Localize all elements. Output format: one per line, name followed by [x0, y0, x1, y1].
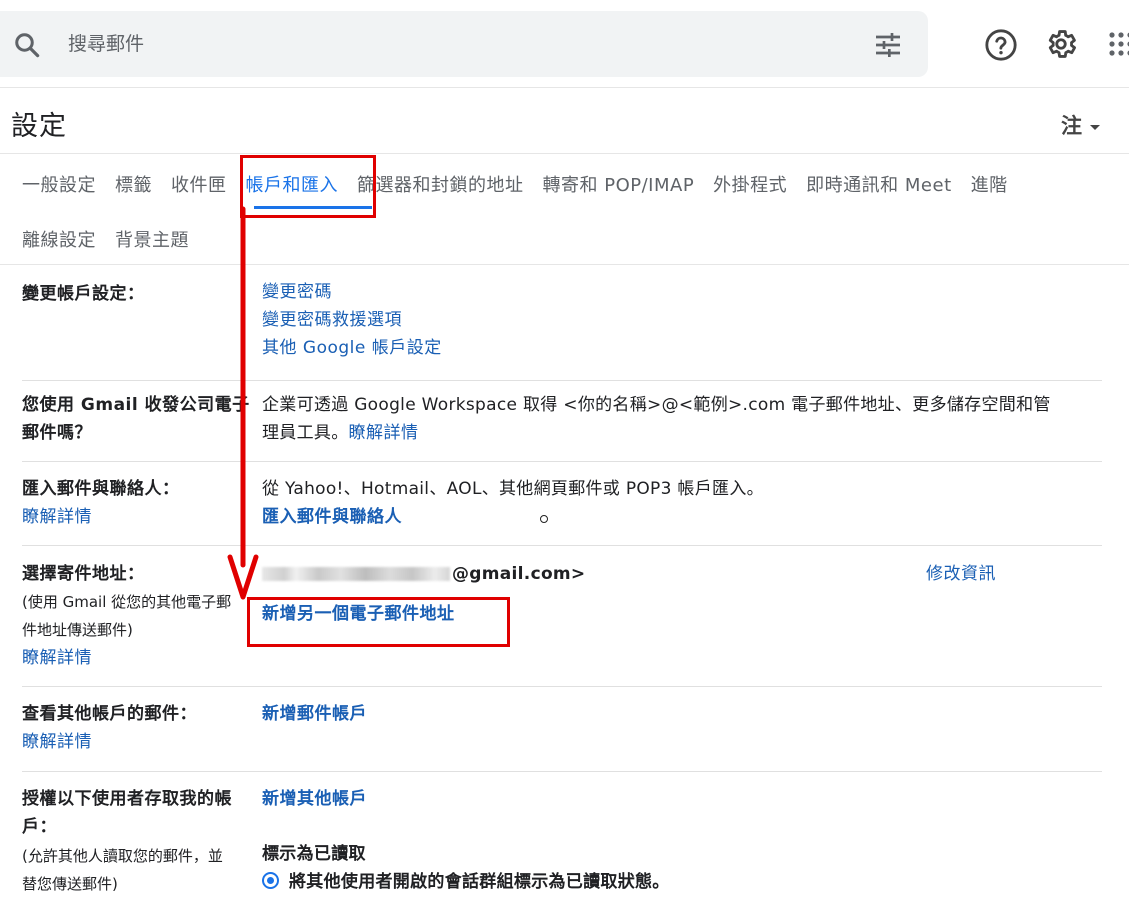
send-as-address-suffix: @gmail.com>: [452, 564, 586, 584]
redacted-name: [262, 567, 450, 581]
section-divider: [22, 461, 1102, 462]
change-account-links: 變更密碼 變更密碼救援選項 其他 Google 帳戶設定: [262, 278, 442, 362]
input-tools-dropdown[interactable]: 注: [1061, 110, 1100, 140]
add-mail-account-link[interactable]: 新增郵件帳戶: [262, 704, 367, 724]
grant-access-label: 授權以下使用者存取我的帳 戶：: [22, 785, 258, 841]
mark-as-read-option[interactable]: 將其他使用者開啟的會話群組標示為已讀取狀態。: [262, 868, 670, 896]
workspace-text-line1: 企業可透過 Google Workspace 取得 <你的名稱>@<範例>.co…: [262, 395, 1051, 415]
send-as-address: @gmail.com>: [262, 560, 585, 588]
tab-inbox[interactable]: 收件匣: [171, 171, 227, 197]
other-google-settings-link[interactable]: 其他 Google 帳戶設定: [262, 334, 442, 362]
tab-offline[interactable]: 離線設定: [22, 226, 96, 252]
workspace-label-line1: 您使用 Gmail 收發公司電子: [22, 395, 250, 415]
import-label: 匯入郵件與聯絡人：: [22, 479, 180, 499]
section-divider: [22, 545, 1102, 546]
add-mail-account-wrap: 新增郵件帳戶: [262, 700, 367, 728]
caret-down-icon: [1090, 124, 1100, 130]
page-title: 設定: [11, 111, 67, 142]
section-divider: [22, 771, 1102, 772]
tab-addons[interactable]: 外掛程式: [713, 171, 787, 197]
tabs-divider: [0, 264, 1129, 265]
apps-icon[interactable]: [1108, 31, 1129, 57]
section-divider: [22, 380, 1102, 381]
import-description: 從 Yahoo!、Hotmail、AOL、其他網頁郵件或 POP3 帳戶匯入。: [262, 479, 764, 499]
input-tools-label: 注: [1061, 114, 1082, 138]
send-as-description: (使用 Gmail 從您的其他電子郵 件地址傳送郵件) 瞭解詳情: [22, 588, 252, 672]
send-as-desc-line1: (使用 Gmail 從您的其他電子郵: [22, 593, 232, 611]
send-as-desc-line2: 件地址傳送郵件): [22, 621, 133, 639]
tab-general[interactable]: 一般設定: [22, 171, 96, 197]
search-icon[interactable]: [12, 30, 42, 60]
grant-access-label-line1: 授權以下使用者存取我的帳: [22, 789, 232, 809]
workspace-label-line2: 郵件嗎？: [22, 423, 92, 443]
header-divider: [0, 87, 1129, 88]
add-other-account-link[interactable]: 新增其他帳戶: [262, 785, 670, 813]
workspace-label: 您使用 Gmail 收發公司電子 郵件嗎？: [22, 391, 258, 447]
send-as-learn-more-link[interactable]: 瞭解詳情: [22, 644, 252, 672]
grant-access-controls: 新增其他帳戶 標示為已讀取 將其他使用者開啟的會話群組標示為已讀取狀態。: [262, 785, 670, 896]
tab-labels[interactable]: 標籤: [115, 171, 152, 197]
settings-tabs-row1: 一般設定 標籤 收件匣 帳戶和匯入 篩選器和封鎖的地址 轉寄和 POP/IMAP 外掛程式即…: [22, 171, 1027, 197]
grant-access-label-line2: 戶：: [22, 817, 57, 837]
change-recovery-link[interactable]: 變更密碼救援選項: [262, 306, 442, 334]
change-account-label: 變更帳戶設定：: [22, 284, 145, 304]
import-learn-more-wrap: 瞭解詳情: [22, 503, 92, 531]
import-info: 從 Yahoo!、Hotmail、AOL、其他網頁郵件或 POP3 帳戶匯入。 …: [262, 475, 764, 531]
search-input[interactable]: [68, 29, 828, 59]
edit-info-wrap: 修改資訊: [926, 560, 996, 588]
radio-selected-icon[interactable]: [262, 871, 279, 889]
tab-themes[interactable]: 背景主題: [115, 226, 189, 252]
mouse-cursor-icon: [540, 515, 548, 523]
settings-tabs-row2: 離線設定 背景主題: [22, 226, 208, 252]
tab-chat-meet[interactable]: 即時通訊和 Meet: [806, 171, 951, 197]
import-mail-contacts-link[interactable]: 匯入郵件與聯絡人: [262, 503, 764, 531]
help-icon[interactable]: [984, 28, 1018, 62]
change-password-link[interactable]: 變更密碼: [262, 278, 442, 306]
tab-advanced[interactable]: 進階: [971, 171, 1008, 197]
send-as-label: 選擇寄件地址：: [22, 564, 145, 584]
workspace-text: 企業可透過 Google Workspace 取得 <你的名稱>@<範例>.co…: [262, 391, 1051, 447]
tune-icon[interactable]: [872, 29, 904, 61]
annotation-box-add-address: [247, 597, 510, 647]
grant-access-desc-line1: (允許其他人讀取您的郵件，並: [22, 847, 223, 865]
edit-info-link[interactable]: 修改資訊: [926, 564, 996, 584]
import-learn-more-link[interactable]: 瞭解詳情: [22, 507, 92, 527]
workspace-text-line2: 理員工具。: [262, 423, 349, 443]
mark-as-read-option-label: 將其他使用者開啟的會話群組標示為已讀取狀態。: [289, 872, 670, 892]
check-mail-learn-more-wrap: 瞭解詳情: [22, 728, 92, 756]
mark-as-read-title: 標示為已讀取: [262, 844, 366, 864]
check-mail-learn-more-link[interactable]: 瞭解詳情: [22, 732, 92, 752]
tab-filters[interactable]: 篩選器和封鎖的地址: [357, 171, 524, 197]
grant-access-description: (允許其他人讀取您的郵件，並 替您傳送郵件): [22, 842, 258, 898]
workspace-learn-more-link[interactable]: 瞭解詳情: [349, 423, 419, 443]
section-divider: [22, 686, 1102, 687]
annotation-arrow: [227, 206, 259, 600]
title-divider: [0, 153, 1129, 154]
gear-icon[interactable]: [1044, 27, 1078, 61]
tab-forwarding[interactable]: 轉寄和 POP/IMAP: [543, 171, 695, 197]
grant-access-desc-line2: 替您傳送郵件): [22, 875, 118, 893]
search-bar: [0, 11, 928, 77]
check-mail-label: 查看其他帳戶的郵件：: [22, 704, 197, 724]
